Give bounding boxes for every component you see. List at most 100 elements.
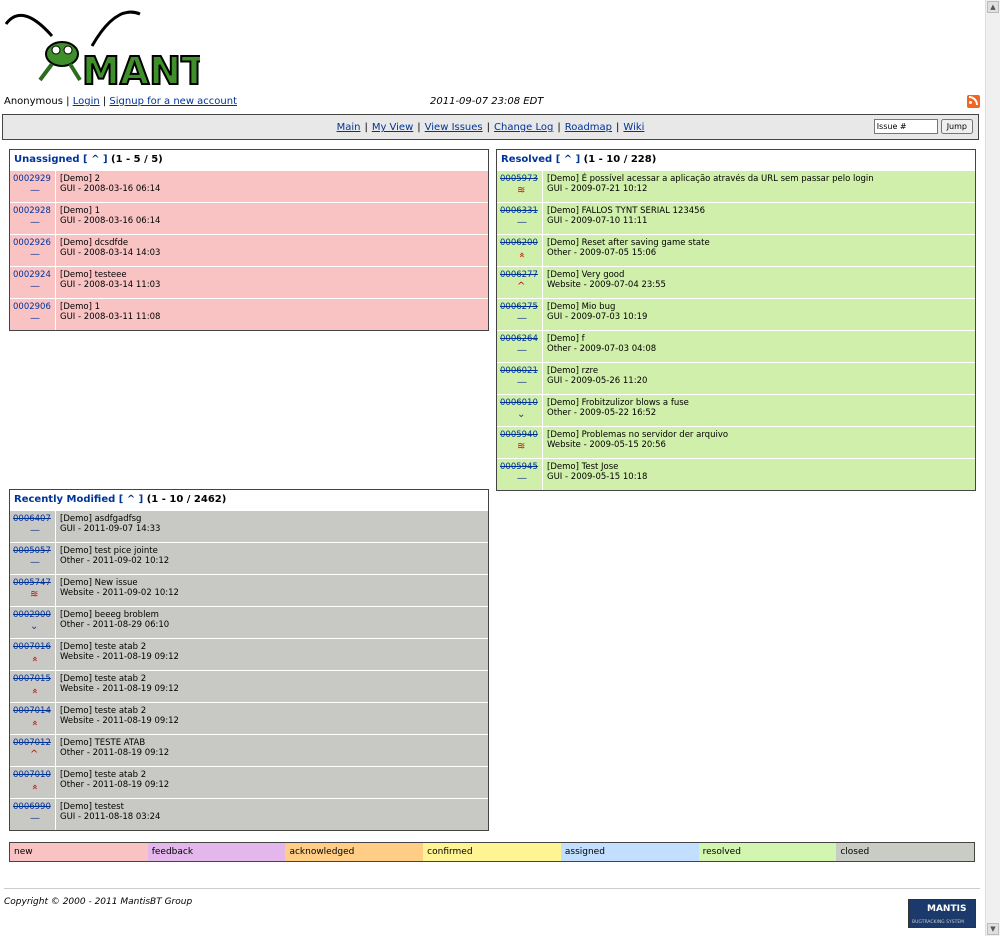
issue-id-cell: 0006331— <box>497 203 543 234</box>
unassigned-caret-link[interactable]: [ ^ ] <box>83 154 107 165</box>
issue-id-link[interactable]: 0006990 <box>13 802 51 812</box>
issue-id-link[interactable]: 0006264 <box>500 334 538 344</box>
copyright: Copyright © 2000 - 2011 MantisBT Group <box>4 897 193 907</box>
issue-id-link[interactable]: 0007014 <box>13 706 51 716</box>
issue-number-input[interactable] <box>873 119 938 134</box>
issue-summary: [Demo] FALLOS TYNT SERIAL 123456 <box>547 206 705 216</box>
issue-summary-cell: [Demo] 1 GUI - 2008-03-11 11:08 <box>56 299 160 330</box>
issue-id-cell: 0007016 « <box>10 639 56 670</box>
unassigned-issue-row: 0002906— [Demo] 1 GUI - 2008-03-11 11:08 <box>10 298 488 330</box>
unassigned-issue-row: 0002926— [Demo] dcsdfde GUI - 2008-03-14 1… <box>10 234 488 266</box>
menu-my-view[interactable]: My View <box>372 122 413 133</box>
issue-id-link[interactable]: 0005940 <box>500 430 538 440</box>
unassigned-issue-row: 0002929— [Demo] 2 GUI - 2008-03-16 06:14 <box>10 170 488 202</box>
powered-by-mantis-logo[interactable]: MANTIS BUGTRACKING SYSTEM <box>908 899 976 928</box>
priority-high-icon: « <box>516 251 528 259</box>
issue-category-date: GUI - 2009-07-21 10:12 <box>547 184 648 194</box>
issue-id-link[interactable]: 0005747 <box>13 578 51 588</box>
issue-id-link[interactable]: 0006275 <box>500 302 538 312</box>
resolved-caret-link[interactable]: [ ^ ] <box>556 154 580 165</box>
issue-summary: [Demo] testest <box>60 802 124 812</box>
login-link[interactable]: Login <box>73 96 100 107</box>
menu-roadmap[interactable]: Roadmap <box>565 122 612 133</box>
issue-category-date: GUI - 2009-05-15 10:18 <box>547 472 648 482</box>
issue-id-link[interactable]: 0002906 <box>13 302 51 312</box>
powered-logo-sub: BUGTRACKING SYSTEM <box>912 920 965 925</box>
issue-summary-cell: [Demo] Problemas no servidor der arquivo… <box>543 427 728 458</box>
priority-normal-icon: — <box>517 345 527 356</box>
issue-id-link[interactable]: 0006200 <box>500 238 538 248</box>
priority-high-icon: « <box>29 687 41 695</box>
menu-wiki[interactable]: Wiki <box>623 122 644 133</box>
issue-id-cell: 0007015 « <box>10 671 56 702</box>
issue-id-link[interactable]: 0005057 <box>13 546 51 556</box>
recent-caret-link[interactable]: [ ^ ] <box>119 494 143 505</box>
issue-category-date: Other - 2009-07-03 04:08 <box>547 344 657 354</box>
issue-id-link[interactable]: 0007016 <box>13 642 51 652</box>
issue-id-link[interactable]: 0007012 <box>13 738 51 748</box>
issue-id-cell: 0002928— <box>10 203 56 234</box>
issue-id-link[interactable]: 0005973 <box>500 174 538 184</box>
recent-link[interactable]: Recently Modified <box>14 494 115 505</box>
issue-id-link[interactable]: 0005945 <box>500 462 538 472</box>
issue-id-link[interactable]: 0002924 <box>13 270 51 280</box>
issue-id-link[interactable]: 0002929 <box>13 174 51 184</box>
issue-id-link[interactable]: 0006021 <box>500 366 538 376</box>
issue-category-date: GUI - 2008-03-16 06:14 <box>60 184 161 194</box>
priority-urgent-icon: ≋ <box>30 589 39 600</box>
jump-button[interactable]: Jump <box>940 119 973 134</box>
issue-id-link[interactable]: 0006407 <box>13 514 51 524</box>
resolved-issue-row: 0005940 ≋ [Demo] Problemas no servidor der… <box>497 426 975 458</box>
unassigned-link[interactable]: Unassigned <box>14 154 80 165</box>
rss-feed-icon[interactable] <box>967 95 980 108</box>
resolved-link[interactable]: Resolved <box>501 154 552 165</box>
issue-summary: [Demo] testeee <box>60 270 127 280</box>
issue-category-date: GUI - 2011-08-18 03:24 <box>60 812 161 822</box>
issue-id-link[interactable]: 0007015 <box>13 674 51 684</box>
issue-summary-cell: [Demo] 1 GUI - 2008-03-16 06:14 <box>56 203 160 234</box>
resolved-issue-row: 0006331— [Demo] FALLOS TYNT SERIAL 123456… <box>497 202 975 234</box>
recent-issue-row: 0007010 « [Demo] teste atab 2 Other - 2011-… <box>10 766 488 798</box>
resolved-issue-row: 0006200 « [Demo] Reset after saving game s… <box>497 234 975 266</box>
issue-id-cell: 0002926— <box>10 235 56 266</box>
signup-link[interactable]: Signup for a new account <box>109 96 237 107</box>
scroll-up-arrow-icon[interactable]: ▲ <box>987 1 999 13</box>
issue-id-link[interactable]: 0006010 <box>500 398 538 408</box>
resolved-issue-row: 0006275— [Demo] Mio bug GUI - 2009-07-03 1… <box>497 298 975 330</box>
issue-summary: [Demo] teste atab 2 <box>60 770 147 780</box>
issue-id-link[interactable]: 0002928 <box>13 206 51 216</box>
priority-urgent-icon: ≋ <box>517 185 526 196</box>
menu-change-log[interactable]: Change Log <box>494 122 553 133</box>
priority-normal-icon: — <box>30 813 40 824</box>
issue-id-link[interactable]: 0006277 <box>500 270 538 280</box>
issue-summary-cell: [Demo] beeeg broblem Other - 2011-08-29 0… <box>56 607 169 638</box>
resolved-count: (1 - 10 / 228) <box>583 154 657 165</box>
priority-normal-icon: — <box>30 557 40 568</box>
issue-id-cell: 0002924— <box>10 267 56 298</box>
user-bar: Anonymous | Login | Signup for a new acc… <box>4 95 980 110</box>
vertical-scrollbar[interactable]: ▲ ▼ <box>985 0 1000 936</box>
recent-issue-row: 0007016 « [Demo] teste atab 2 Website - 201… <box>10 638 488 670</box>
current-user: Anonymous <box>4 96 63 107</box>
recent-issue-row: 0006990— [Demo] testest GUI - 2011-08-18 0… <box>10 798 488 830</box>
mantis-logo[interactable]: MANTIS <box>4 6 249 94</box>
priority-normal-icon: — <box>517 217 527 228</box>
issue-category-date: Website - 2011-08-19 09:12 <box>60 684 179 694</box>
issue-id-link[interactable]: 0002926 <box>13 238 51 248</box>
unassigned-box: Unassigned [ ^ ] (1 - 5 / 5) 0002929— [De… <box>9 149 489 331</box>
issue-summary: [Demo] É possível acessar a aplicação at… <box>547 174 874 184</box>
menu-main[interactable]: Main <box>337 122 361 133</box>
menu-view-issues[interactable]: View Issues <box>425 122 483 133</box>
issue-category-date: Website - 2011-08-19 09:12 <box>60 716 179 726</box>
issue-id-cell: 0006407— <box>10 511 56 542</box>
issue-summary: [Demo] Frobitzulizor blows a fuse <box>547 398 689 408</box>
resolved-issue-row: 0005973 ≋ [Demo] É possível acessar a apli… <box>497 170 975 202</box>
issue-summary-cell: [Demo] Mio bug GUI - 2009-07-03 10:19 <box>543 299 647 330</box>
scroll-down-arrow-icon[interactable]: ▼ <box>987 923 999 935</box>
issue-id-link[interactable]: 0006331 <box>500 206 538 216</box>
recent-issue-row: 0005747 ≋ [Demo] New issue Website - 2011-0… <box>10 574 488 606</box>
priority-low-icon: ⌄ <box>517 409 526 420</box>
issue-id-link[interactable]: 0002900 <box>13 610 51 620</box>
issue-id-link[interactable]: 0007010 <box>13 770 51 780</box>
recent-issue-row: 0002900 ⌄ [Demo] beeeg broblem Other - 2011… <box>10 606 488 638</box>
